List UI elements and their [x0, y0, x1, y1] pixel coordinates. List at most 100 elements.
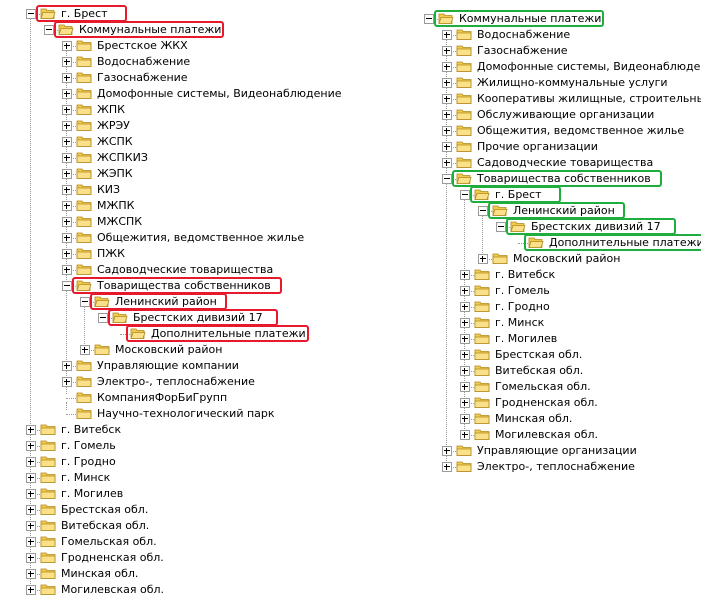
tree-node-label[interactable]: Управляющие компании	[97, 359, 239, 373]
expand-plus-icon[interactable]	[460, 430, 470, 440]
expand-plus-icon[interactable]	[62, 361, 72, 371]
tree-node-label[interactable]: Домофонные системы, Видеонаблюдение	[97, 87, 342, 101]
collapse-minus-icon[interactable]	[98, 313, 108, 323]
tree-node-label[interactable]: ЖПК	[97, 103, 125, 117]
expand-plus-icon[interactable]	[62, 217, 72, 227]
expand-plus-icon[interactable]	[478, 254, 488, 264]
collapse-minus-icon[interactable]	[26, 9, 36, 19]
expand-plus-icon[interactable]	[62, 73, 72, 83]
expand-plus-icon[interactable]	[62, 249, 72, 259]
expand-plus-icon[interactable]	[26, 441, 36, 451]
tree-node-label[interactable]: Электро-, теплоснабжение	[477, 460, 635, 474]
left-tree-view[interactable]: г. Брест Коммунальные платежи Брестское ЖК…	[0, 0, 350, 605]
expand-plus-icon[interactable]	[80, 345, 90, 355]
tree-node-label[interactable]: МЖСПК	[97, 215, 142, 229]
expand-plus-icon[interactable]	[26, 585, 36, 595]
expand-plus-icon[interactable]	[460, 334, 470, 344]
expand-plus-icon[interactable]	[26, 505, 36, 515]
collapse-minus-icon[interactable]	[496, 222, 506, 232]
tree-node-label[interactable]: КИЗ	[97, 183, 120, 197]
expand-plus-icon[interactable]	[26, 489, 36, 499]
expand-plus-icon[interactable]	[442, 126, 452, 136]
expand-plus-icon[interactable]	[62, 121, 72, 131]
tree-node-label[interactable]: Гродненская обл.	[495, 396, 598, 410]
expand-plus-icon[interactable]	[442, 462, 452, 472]
collapse-minus-icon[interactable]	[80, 297, 90, 307]
expand-plus-icon[interactable]	[460, 270, 470, 280]
expand-plus-icon[interactable]	[442, 158, 452, 168]
collapse-minus-icon[interactable]	[44, 25, 54, 35]
tree-node-label[interactable]: ЖРЭУ	[97, 119, 130, 133]
tree-node-label[interactable]: Научно-технологический парк	[97, 407, 275, 421]
expand-plus-icon[interactable]	[62, 57, 72, 67]
tree-node-label[interactable]: Кооперативы жилищные, строительные	[477, 92, 701, 106]
tree-node-label[interactable]: Могилевская обл.	[495, 428, 598, 442]
tree-node-label[interactable]: Прочие организации	[477, 140, 598, 154]
tree-node-label[interactable]: г. Минск	[495, 316, 544, 330]
expand-plus-icon[interactable]	[460, 414, 470, 424]
tree-node-label[interactable]: Минская обл.	[495, 412, 572, 426]
expand-plus-icon[interactable]	[442, 142, 452, 152]
tree-node-label[interactable]: г. Гродно	[495, 300, 550, 314]
expand-plus-icon[interactable]	[26, 537, 36, 547]
tree-node-label[interactable]: Могилевская обл.	[61, 583, 164, 597]
tree-node-label[interactable]: Газоснабжение	[97, 71, 188, 85]
tree-node-label[interactable]: Садоводческие товарищества	[477, 156, 653, 170]
right-tree-view[interactable]: Коммунальные платежи Водоснабжение Газосна…	[410, 0, 701, 480]
tree-node-label[interactable]: ПЖК	[97, 247, 125, 261]
expand-plus-icon[interactable]	[26, 569, 36, 579]
tree-node-label[interactable]: Московский район	[115, 343, 222, 357]
tree-node-label[interactable]: МЖПК	[97, 199, 134, 213]
expand-plus-icon[interactable]	[460, 302, 470, 312]
tree-node-label[interactable]: Гродненская обл.	[61, 551, 164, 565]
expand-plus-icon[interactable]	[442, 446, 452, 456]
expand-plus-icon[interactable]	[26, 425, 36, 435]
tree-node-label[interactable]: Обслуживающие организации	[477, 108, 654, 122]
collapse-minus-icon[interactable]	[62, 281, 72, 291]
collapse-minus-icon[interactable]	[460, 190, 470, 200]
expand-plus-icon[interactable]	[62, 105, 72, 115]
tree-node-label[interactable]: Брестское ЖКХ	[97, 39, 188, 53]
expand-plus-icon[interactable]	[62, 377, 72, 387]
expand-plus-icon[interactable]	[460, 286, 470, 296]
expand-plus-icon[interactable]	[442, 94, 452, 104]
expand-plus-icon[interactable]	[62, 185, 72, 195]
tree-node-label[interactable]: г. Могилев	[495, 332, 557, 346]
expand-plus-icon[interactable]	[62, 265, 72, 275]
expand-plus-icon[interactable]	[26, 457, 36, 467]
collapse-minus-icon[interactable]	[424, 14, 434, 24]
tree-node-label[interactable]: Водоснабжение	[97, 55, 190, 69]
expand-plus-icon[interactable]	[62, 153, 72, 163]
collapse-minus-icon[interactable]	[478, 206, 488, 216]
tree-node-label[interactable]: Витебская обл.	[61, 519, 149, 533]
tree-node-label[interactable]: Электро-, теплоснабжение	[97, 375, 255, 389]
expand-plus-icon[interactable]	[62, 89, 72, 99]
expand-plus-icon[interactable]	[62, 201, 72, 211]
tree-node-label[interactable]: Московский район	[513, 252, 620, 266]
collapse-minus-icon[interactable]	[442, 174, 452, 184]
tree-node-label[interactable]: Гомельская обл.	[61, 535, 157, 549]
tree-node-label[interactable]: г. Минск	[61, 471, 110, 485]
tree-node-label[interactable]: Садоводческие товарищества	[97, 263, 273, 277]
tree-node-label[interactable]: Брестская обл.	[61, 503, 148, 517]
tree-node-label[interactable]: г. Витебск	[495, 268, 555, 282]
tree-node-label[interactable]: г. Гомель	[61, 439, 116, 453]
expand-plus-icon[interactable]	[442, 78, 452, 88]
tree-node-label[interactable]: Брестская обл.	[495, 348, 582, 362]
tree-node-label[interactable]: Жилищно-коммунальные услуги	[477, 76, 668, 90]
expand-plus-icon[interactable]	[442, 30, 452, 40]
tree-node-label[interactable]: Минская обл.	[61, 567, 138, 581]
expand-plus-icon[interactable]	[62, 169, 72, 179]
expand-plus-icon[interactable]	[442, 46, 452, 56]
tree-node-label[interactable]: Общежития, ведомственное жилье	[97, 231, 304, 245]
tree-node-label[interactable]: г. Гродно	[61, 455, 116, 469]
expand-plus-icon[interactable]	[62, 233, 72, 243]
tree-node-label[interactable]: Домофонные системы, Видеонаблюдение	[477, 60, 701, 74]
tree-node-label[interactable]: Витебская обл.	[495, 364, 583, 378]
tree-node-label[interactable]: ЖСПКИЗ	[97, 151, 148, 165]
expand-plus-icon[interactable]	[460, 366, 470, 376]
expand-plus-icon[interactable]	[26, 553, 36, 563]
tree-node-label[interactable]: Управляющие организации	[477, 444, 637, 458]
expand-plus-icon[interactable]	[460, 398, 470, 408]
tree-node-label[interactable]: г. Гомель	[495, 284, 550, 298]
